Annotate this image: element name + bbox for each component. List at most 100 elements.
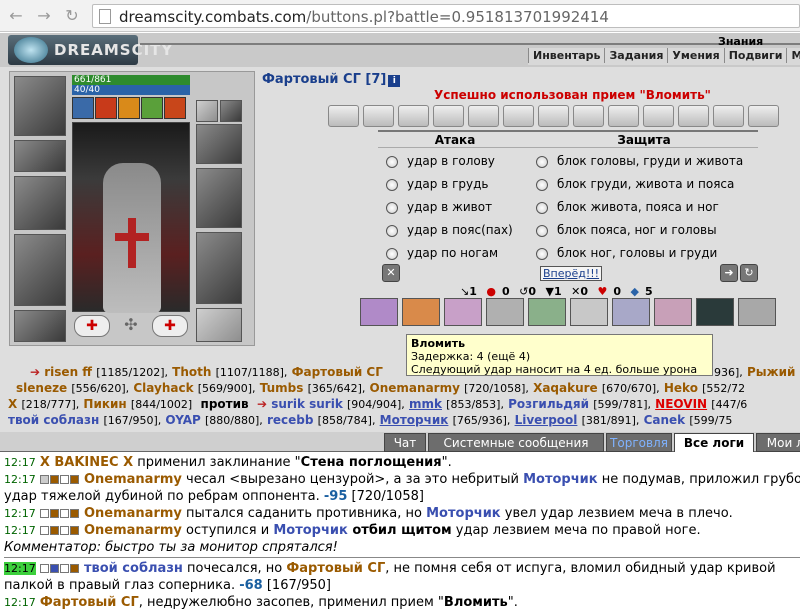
bracers-slot[interactable] [14,140,66,172]
radio-icon[interactable] [536,224,548,237]
forward-icon[interactable]: → [34,6,54,26]
scroll-slot-7[interactable] [538,105,569,127]
attack-option-legs[interactable]: удар по ногам [386,246,498,260]
gloves-slot[interactable] [196,124,242,164]
roster-player[interactable]: Моторчик [380,413,449,427]
trick-icon-2[interactable] [402,298,440,326]
radio-icon[interactable] [386,224,398,237]
effect-icon-5[interactable] [164,97,186,119]
roster-player[interactable]: Tumbs [260,381,304,395]
log-player[interactable]: Фартовый СГ [40,595,139,610]
dreamscity-logo[interactable]: DREAMSCITY [8,35,172,65]
scroll-slot-9[interactable] [608,105,639,127]
log-player[interactable]: X BAKINEC X [40,455,133,470]
log-player[interactable]: Onemanarmy [84,523,182,538]
knowledge-link[interactable]: Знания [718,35,763,48]
scroll-slot-12[interactable] [713,105,744,127]
tab-system-messages[interactable]: Системные сообщения [428,433,604,452]
tab-all-logs[interactable]: Все логи [674,433,754,452]
trick-icon-3[interactable] [444,298,482,326]
log-player[interactable]: твой соблазн [84,561,183,576]
trick-icon-4[interactable] [486,298,524,326]
defense-option-2[interactable]: блок груди, живота и пояса [536,177,734,191]
effect-icon-4[interactable] [141,97,163,119]
defense-option-1[interactable]: блок головы, груди и живота [536,154,743,168]
next-icon[interactable]: ➜ [720,264,738,282]
ring-slot-1[interactable] [196,100,218,122]
radio-icon[interactable] [386,178,398,191]
log-player[interactable]: Моторчик [523,472,598,487]
scroll-slot-5[interactable] [468,105,499,127]
scroll-slot-11[interactable] [678,105,709,127]
roster-player[interactable]: X [8,397,17,411]
roster-player[interactable]: recebb [267,413,314,427]
attack-option-head[interactable]: удар в голову [386,154,495,168]
log-player[interactable]: Моторчик [426,506,501,521]
radio-icon[interactable] [386,155,398,168]
roster-player[interactable]: Рыжий [747,365,795,379]
forward-button[interactable]: Вперёд!!! [540,266,603,281]
effect-icon-1[interactable] [72,97,94,119]
scroll-slot-13[interactable] [748,105,779,127]
roster-player[interactable]: Onemanarmy [370,381,460,395]
trick-icon-7[interactable] [612,298,650,326]
defense-option-5[interactable]: блок ног, головы и груди [536,246,717,260]
log-player[interactable]: Фартовый СГ [286,561,385,576]
tab-trade[interactable]: Торговля [606,433,672,452]
scroll-slot-2[interactable] [363,105,394,127]
attack-option-waist[interactable]: удар в пояс(пах) [386,223,513,237]
radio-icon[interactable] [536,155,548,168]
scroll-slot-10[interactable] [643,105,674,127]
roster-player[interactable]: Clayhack [133,381,193,395]
address-bar[interactable]: dreamscity.combats.com/buttons.pl?battle… [92,4,800,28]
defense-option-3[interactable]: блок живота, пояса и ног [536,200,719,214]
weapon-title[interactable]: Фартовый СГ [7] i [262,72,401,87]
scroll-slot-1[interactable] [328,105,359,127]
shield-slot[interactable] [196,168,242,228]
menu-skills[interactable]: Умения [667,48,723,63]
menu-quests[interactable]: Задания [604,48,667,63]
effect-icon-2[interactable] [95,97,117,119]
trick-icon-1[interactable] [360,298,398,326]
reload-icon[interactable]: ↻ [62,6,82,26]
weapon-slot[interactable] [14,176,66,230]
log-player[interactable]: Моторчик [273,523,348,538]
back-icon[interactable]: ← [6,6,26,26]
first-aid-icon-2[interactable]: ✚ [152,315,188,337]
trick-icon-6[interactable] [570,298,608,326]
scroll-slot-3[interactable] [398,105,429,127]
effect-icon-3[interactable] [118,97,140,119]
roster-player[interactable]: Фартовый СГ [292,365,383,379]
roster-player[interactable]: mmk [409,397,442,411]
cancel-icon[interactable]: ✕ [382,264,400,282]
attack-option-chest[interactable]: удар в грудь [386,177,488,191]
roster-player[interactable]: Heko [664,381,698,395]
menu-achievements[interactable]: Подвиги [723,48,787,63]
scroll-slot-4[interactable] [433,105,464,127]
refresh-icon[interactable]: ↻ [740,264,758,282]
tab-my-logs[interactable]: Мои логи [756,433,800,452]
first-aid-icon-1[interactable]: ✚ [74,315,110,337]
radio-icon[interactable] [536,247,548,260]
radio-icon[interactable] [536,201,548,214]
leggings-slot[interactable] [196,232,242,304]
armor-slot[interactable] [14,234,66,306]
trick-icon-9[interactable] [696,298,734,326]
roster-player[interactable]: Thoth [172,365,211,379]
trick-icon-10[interactable] [738,298,776,326]
log-player[interactable]: Onemanarmy [84,472,182,487]
roster-player[interactable]: NEOVIN [655,397,707,411]
ring-slot-2[interactable] [220,100,242,122]
helmet-slot[interactable] [14,76,66,136]
roster-player[interactable]: sleneze [16,381,67,395]
roster-player[interactable]: surik surik [271,397,343,411]
trick-icon-8[interactable] [654,298,692,326]
scroll-slot-8[interactable] [573,105,604,127]
menu-my[interactable]: Мои [786,48,800,63]
roster-player[interactable]: Розгильдяй [508,397,589,411]
attack-option-belly[interactable]: удар в живот [386,200,492,214]
roster-player[interactable]: твой соблазн [8,413,99,427]
info-icon[interactable]: i [388,75,401,87]
boots-slot[interactable] [196,308,242,342]
roster-player[interactable]: Liverpool [515,413,578,427]
